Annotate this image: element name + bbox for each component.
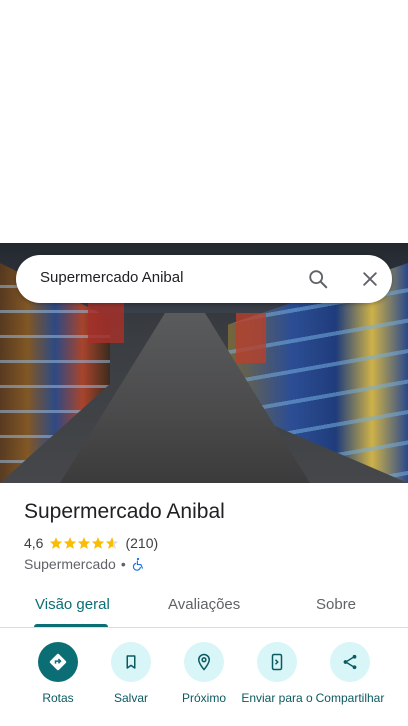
search-bar[interactable]: Supermercado Anibal xyxy=(16,255,392,303)
share-icon xyxy=(343,654,357,670)
active-tab-indicator xyxy=(34,624,108,627)
close-icon xyxy=(363,272,377,286)
rating-row[interactable]: 4,6 (210) xyxy=(24,535,158,551)
send-to-phone-icon xyxy=(271,653,283,671)
star-icon xyxy=(64,537,77,549)
place-title: Supermercado Anibal xyxy=(24,500,225,523)
tab-reviews[interactable]: Avaliações xyxy=(168,596,240,613)
star-icon xyxy=(78,537,91,549)
place-tabs: Visão geral Avaliações Sobre xyxy=(0,588,408,628)
star-rating xyxy=(49,536,119,550)
photo-rack xyxy=(88,303,124,343)
search-icon xyxy=(309,270,328,289)
share-label: Compartilhar xyxy=(315,691,385,705)
action-buttons: Rotas Salvar Próximo Enviar para o Compa… xyxy=(0,640,408,726)
review-count: (210) xyxy=(125,535,159,551)
directions-icon xyxy=(49,653,67,671)
send-to-phone-label: Enviar para o xyxy=(241,691,313,705)
rating-value: 4,6 xyxy=(24,535,44,551)
wheelchair-accessible-icon xyxy=(132,557,143,571)
share-button-circle[interactable] xyxy=(330,642,370,682)
send-to-phone-button-circle[interactable] xyxy=(257,642,297,682)
separator-dot: • xyxy=(120,556,126,572)
map-blank-area xyxy=(0,0,408,243)
save-button[interactable]: Salvar xyxy=(93,642,169,705)
send-to-phone-button[interactable]: Enviar para o xyxy=(239,642,315,705)
nearby-icon xyxy=(197,653,211,671)
clear-search-button[interactable] xyxy=(356,265,384,293)
nearby-button-circle[interactable] xyxy=(184,642,224,682)
nearby-button[interactable]: Próximo xyxy=(166,642,242,705)
tab-overview[interactable]: Visão geral xyxy=(35,596,110,613)
search-input[interactable]: Supermercado Anibal xyxy=(40,269,183,286)
category-row: Supermercado • xyxy=(24,556,145,572)
save-label: Salvar xyxy=(113,691,148,705)
nearby-label: Próximo xyxy=(181,691,226,705)
place-category: Supermercado xyxy=(24,556,116,572)
photo-display xyxy=(236,313,266,363)
tab-about[interactable]: Sobre xyxy=(316,596,356,613)
directions-button[interactable]: Rotas xyxy=(20,642,96,705)
directions-button-circle[interactable] xyxy=(38,642,78,682)
star-icon xyxy=(50,537,63,549)
half-star-icon xyxy=(106,537,119,549)
bookmark-icon xyxy=(126,655,136,669)
directions-label: Rotas xyxy=(42,691,74,705)
save-button-circle[interactable] xyxy=(111,642,151,682)
star-icon xyxy=(92,537,105,549)
share-button[interactable]: Compartilhar xyxy=(312,642,388,705)
search-button[interactable] xyxy=(304,265,332,293)
